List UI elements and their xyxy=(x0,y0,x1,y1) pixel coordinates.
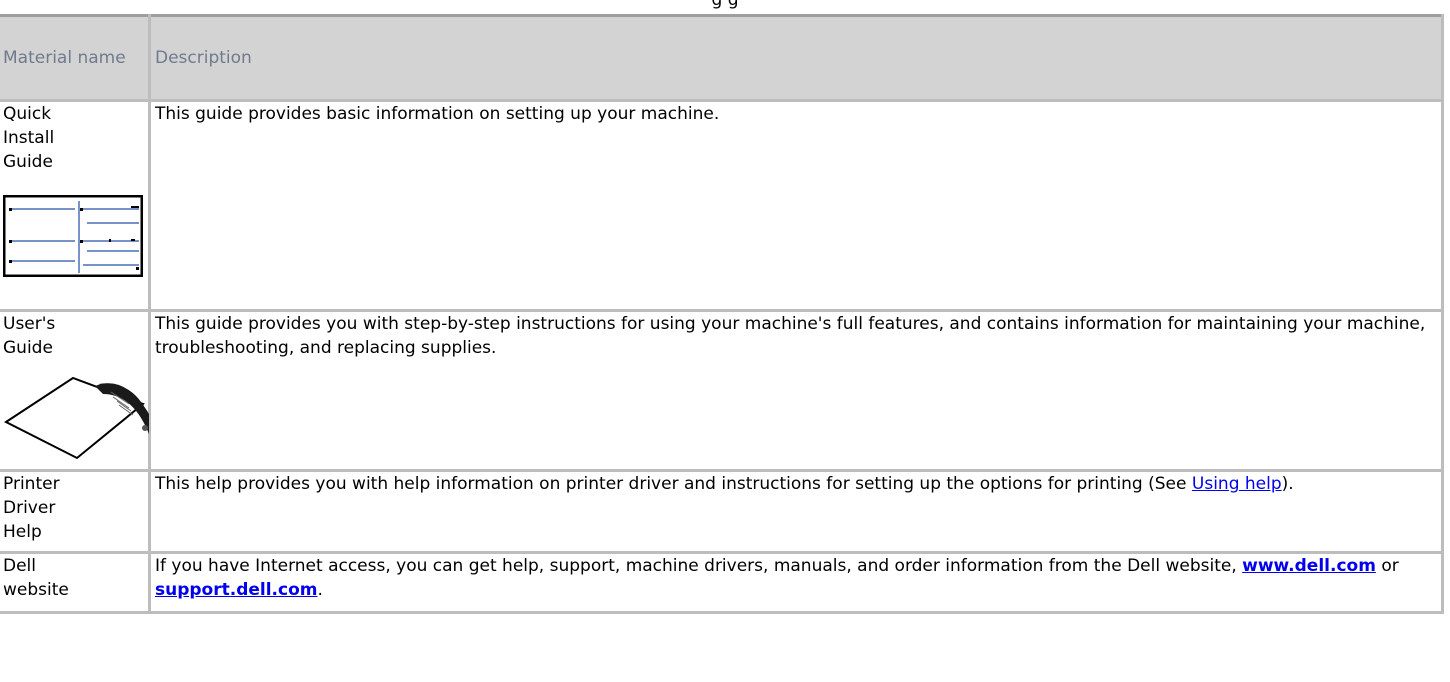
using-help-link[interactable]: Using help xyxy=(1192,474,1282,494)
cut-off-intro-text: g g xyxy=(711,0,739,10)
material-name-cell: Printer Driver Help xyxy=(0,469,151,554)
material-description-cell: This help provides you with help informa… xyxy=(148,469,1444,554)
table-row-users-guide: User's Guide This guide provides you wit… xyxy=(0,309,1444,472)
material-description-middle: or xyxy=(1375,556,1399,576)
material-description-cell: This guide provides basic information on… xyxy=(148,99,1444,312)
material-description-text: This help provides you with help informa… xyxy=(155,474,1192,494)
material-name: Quick Install Guide xyxy=(3,104,55,172)
material-description-text: If you have Internet access, you can get… xyxy=(155,556,1243,576)
material-name-cell: User's Guide xyxy=(0,309,151,472)
header-material-name-label: Material name xyxy=(3,48,126,68)
material-name: Printer Driver Help xyxy=(3,474,60,542)
table-row-quick-install-guide: Quick Install Guide This guide provides … xyxy=(0,99,1444,312)
table-header-row: Material name Description xyxy=(0,14,1444,102)
dell-com-link[interactable]: www.dell.com xyxy=(1242,556,1376,576)
support-dell-com-link[interactable]: support.dell.com xyxy=(155,580,318,600)
header-description-label: Description xyxy=(155,48,252,68)
material-name: User's Guide xyxy=(3,314,56,358)
material-name-cell: Dell website xyxy=(0,551,151,614)
material-description: This guide provides you with step-by-ste… xyxy=(155,314,1426,358)
material-description-suffix: . xyxy=(317,580,323,600)
table-row-printer-driver-help: Printer Driver Help This help provides y… xyxy=(0,469,1444,554)
material-description-cell: If you have Internet access, you can get… xyxy=(148,551,1444,614)
quick-install-guide-thumbnail xyxy=(3,195,143,277)
material-name: Dell website xyxy=(3,556,69,600)
material-description-cell: This guide provides you with step-by-ste… xyxy=(148,309,1444,472)
header-material-name: Material name xyxy=(0,14,151,102)
materials-table: Material name Description Quick Install … xyxy=(0,14,1444,614)
material-name-cell: Quick Install Guide xyxy=(0,99,151,312)
cd-sleeve-thumbnail xyxy=(4,376,149,460)
header-description: Description xyxy=(148,14,1444,102)
table-row-dell-website: Dell website If you have Internet access… xyxy=(0,551,1444,614)
material-description: This guide provides basic information on… xyxy=(155,104,720,124)
material-description-suffix: ). xyxy=(1281,474,1294,494)
